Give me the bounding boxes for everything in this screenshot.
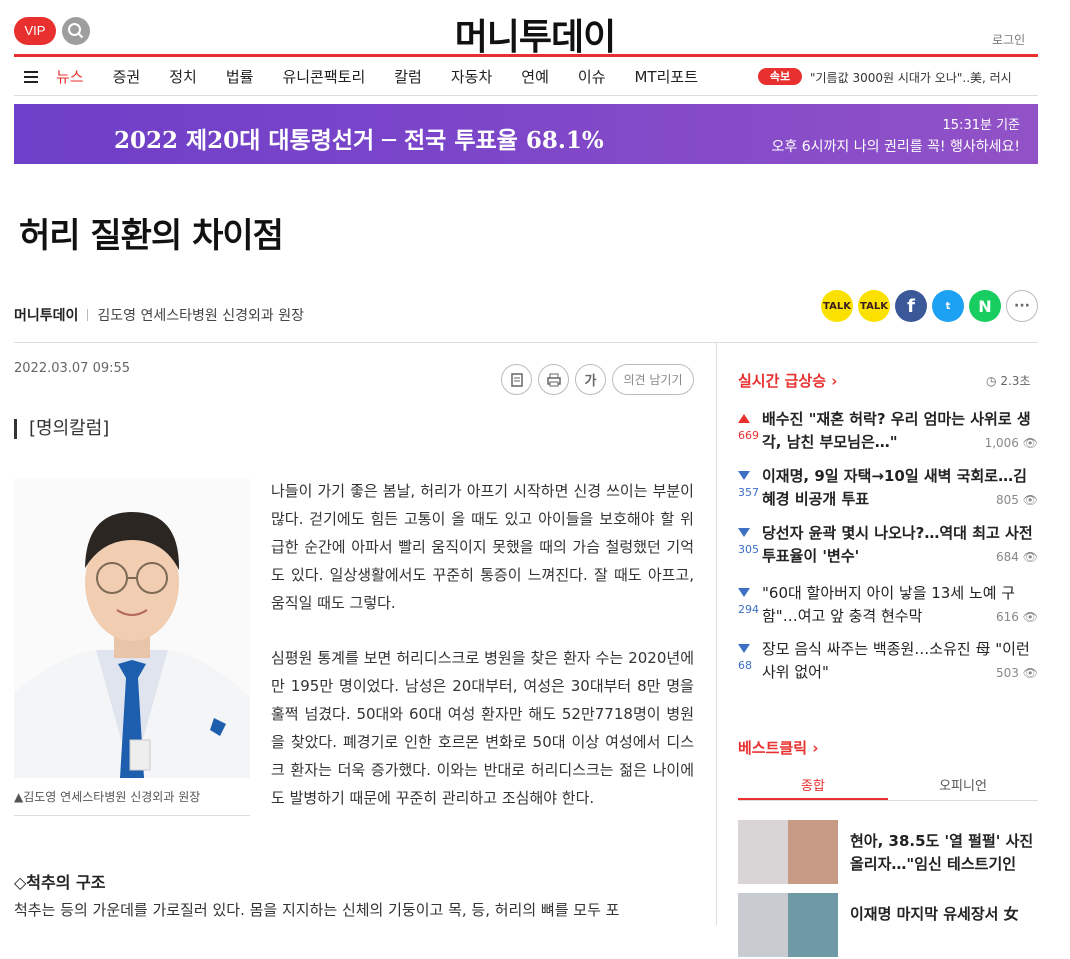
document-icon	[510, 372, 523, 387]
breaking-news-link[interactable]: "기름값 3000원 시대가 오나"..美, 러시	[810, 69, 1012, 86]
eye-icon: 👁	[1022, 610, 1038, 624]
nav-item-mt-report[interactable]: MT리포트	[634, 66, 698, 87]
section-heading: ◇척추의 구조	[14, 873, 106, 892]
nav-item-law[interactable]: 법률	[226, 66, 254, 87]
column-label: [명의칼럼]	[14, 419, 109, 439]
rank-change: 357	[738, 486, 759, 499]
facebook-share-button[interactable]: f	[895, 290, 927, 322]
rank-change: 305	[738, 543, 759, 556]
refresh-timer: ◷ 2.3초	[986, 372, 1030, 389]
rank-change: 669	[738, 429, 759, 442]
author-photo	[14, 478, 250, 778]
kakaostory-icon: TALK	[860, 300, 888, 312]
trending-item[interactable]: 669 배수진 "재혼 허락? 우리 엄마는 사위로 생각, 남친 부모님은…"…	[738, 408, 1038, 460]
more-icon: ···	[1014, 298, 1030, 314]
naver-icon: N	[978, 296, 992, 316]
article-header-divider	[14, 342, 1038, 343]
print-icon	[546, 373, 561, 386]
best-click-headline[interactable]: 현아, 38.5도 '열 펄펄' 사진 올리자…"임신 테스트기인	[850, 830, 1038, 876]
refresh-interval: 2.3초	[1000, 374, 1031, 388]
nav-item-column[interactable]: 칼럼	[394, 66, 422, 87]
best-click-headline[interactable]: 이재명 마지막 유세장서 女	[850, 903, 1038, 926]
hamburger-menu-icon[interactable]	[24, 70, 38, 83]
article-paragraph: 심평원 통계를 보면 허리디스크로 병원을 찾은 환자 수는 2020년에만 1…	[271, 649, 694, 807]
kakaotalk-icon: TALK	[823, 300, 851, 312]
nav-item-politics[interactable]: 정치	[169, 66, 197, 87]
breaking-news-badge: 속보	[758, 68, 802, 85]
naver-share-button[interactable]: N	[969, 290, 1001, 322]
trending-item[interactable]: 357 이재명, 9일 자택→10일 새벽 국회로…김혜경 비공개 투표 805…	[738, 465, 1038, 517]
view-count: 503 👁	[996, 666, 1038, 680]
article-paragraph: 척추는 등의 가운데를 가로질러 있다. 몸을 지지하는 신체의 기둥이고 목,…	[14, 901, 620, 919]
tab-overall[interactable]: 종합	[738, 774, 888, 800]
site-logo[interactable]: 머니투데이	[0, 8, 1070, 60]
twitter-share-button[interactable]: t	[932, 290, 964, 322]
rank-down-icon	[738, 588, 750, 597]
best-click-item[interactable]: 현아, 38.5도 '열 펄펄' 사진 올리자…"임신 테스트기인	[738, 820, 1038, 886]
trending-item[interactable]: 294 "60대 할아버지 아이 낳을 13세 노예 구함"…여고 앞 충격 현…	[738, 582, 1038, 634]
photo-caption: ▲김도영 연세스타병원 신경외과 원장	[14, 788, 250, 816]
nav-item-entertainment[interactable]: 연예	[521, 66, 549, 87]
view-count: 805 👁	[996, 493, 1038, 507]
byline: 머니투데이 김도영 연세스타병원 신경외과 원장	[14, 305, 304, 325]
font-size-button[interactable]: 가	[575, 364, 606, 395]
rank-down-icon	[738, 644, 750, 653]
best-click-tabs: 종합 오피니언	[738, 774, 1038, 801]
banner-title: 2022 제20대 대통령선거 ─ 전국 투표율 68.1%	[114, 127, 604, 154]
rank-change: 294	[738, 603, 759, 616]
nav-item-issue[interactable]: 이슈	[578, 66, 606, 87]
article-source[interactable]: 머니투데이	[14, 305, 78, 325]
news-thumbnail[interactable]	[738, 820, 838, 884]
kakaostory-share-button[interactable]: TALK	[858, 290, 890, 322]
rank-change: 68	[738, 659, 752, 672]
article-paragraph: 나들이 가기 좋은 봄날, 허리가 아프기 시작하면 신경 쓰이는 부분이 많다…	[271, 482, 694, 612]
view-count: 684 👁	[996, 550, 1038, 564]
rank-down-icon	[738, 471, 750, 480]
rank-down-icon	[738, 528, 750, 537]
login-link[interactable]: 로그인	[992, 31, 1025, 48]
kakaotalk-share-button[interactable]: TALK	[821, 290, 853, 322]
trending-item[interactable]: 305 당선자 윤곽 몇시 나오나?…역대 최고 사전투표율이 '변수' 684…	[738, 522, 1038, 574]
byline-separator	[87, 309, 89, 321]
tab-opinion[interactable]: 오피니언	[888, 774, 1038, 800]
header-divider	[14, 54, 1038, 57]
nav-divider	[14, 95, 1038, 96]
banner-time: 15:31분 기준	[942, 118, 1020, 133]
nav-item-stock[interactable]: 증권	[113, 66, 141, 87]
eye-icon: 👁	[1022, 550, 1038, 564]
banner-message: 오후 6시까지 나의 권리를 꼭! 행사하세요!	[771, 139, 1020, 155]
eye-icon: 👁	[1022, 493, 1038, 507]
view-count: 1,006 👁	[984, 436, 1038, 450]
clock-icon: ◷	[986, 374, 997, 388]
best-click-title[interactable]: 베스트클릭 ›	[738, 737, 818, 758]
sidebar-divider	[716, 342, 717, 925]
rank-up-icon	[738, 414, 750, 423]
realtime-trending-title[interactable]: 실시간 급상승 ›	[738, 370, 837, 391]
best-click-item[interactable]: 이재명 마지막 유세장서 女	[738, 893, 1038, 959]
copy-article-button[interactable]	[501, 364, 532, 395]
facebook-icon: f	[907, 295, 915, 317]
trending-item[interactable]: 68 장모 음식 싸주는 백종원…소유진 母 "이런 사위 없어" 503 👁	[738, 638, 1038, 690]
nav-item-car[interactable]: 자동차	[451, 66, 492, 87]
nav-item-news[interactable]: 뉴스	[56, 66, 84, 87]
more-share-button[interactable]: ···	[1006, 290, 1038, 322]
nav-item-unicorn-factory[interactable]: 유니콘팩토리	[282, 66, 365, 87]
eye-icon: 👁	[1022, 436, 1038, 450]
news-thumbnail[interactable]	[738, 893, 838, 957]
article-title: 허리 질환의 차이점	[19, 216, 284, 256]
article-writer: 김도영 연세스타병원 신경외과 원장	[97, 308, 304, 324]
eye-icon: 👁	[1022, 666, 1038, 680]
view-count: 616 👁	[996, 610, 1038, 624]
doctor-portrait-image	[14, 478, 250, 778]
twitter-icon: t	[945, 300, 951, 312]
print-button[interactable]	[538, 364, 569, 395]
article-date: 2022.03.07 09:55	[14, 361, 131, 376]
comment-button[interactable]: 의견 남기기	[612, 364, 694, 395]
election-banner[interactable]: 2022 제20대 대통령선거 ─ 전국 투표율 68.1% 15:31분 기준…	[14, 104, 1038, 164]
